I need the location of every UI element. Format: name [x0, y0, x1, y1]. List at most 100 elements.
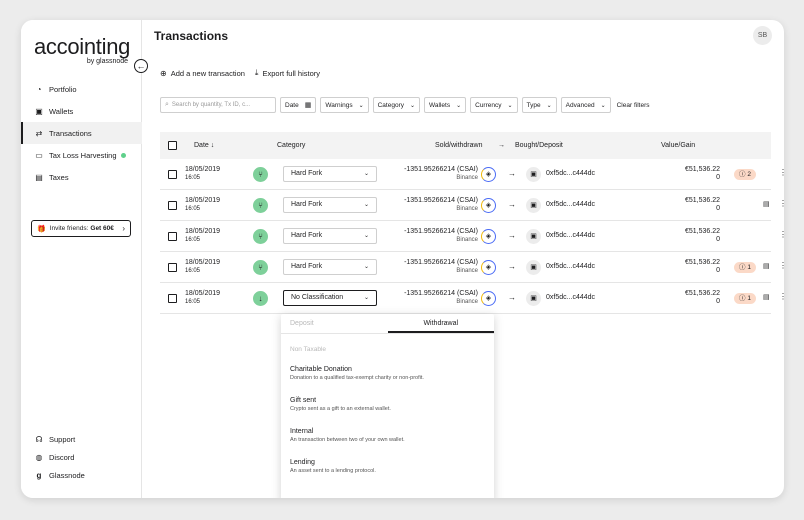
filter-wallets[interactable]: Wallets ⌄: [424, 97, 467, 113]
table-row[interactable]: 18/05/2019 16:05 ⑂ Hard Fork ⌄ -1351.95266…: [160, 221, 784, 252]
table-row[interactable]: 18/05/2019 16:05 ⑂ Hard Fork ⌄ -1351.95266…: [160, 252, 784, 283]
option-gift-sent[interactable]: Gift sent Crypto sent as a gift to an ex…: [290, 397, 391, 412]
category-select[interactable]: Hard Fork ⌄: [283, 259, 377, 275]
category-select[interactable]: Hard Fork ⌄: [283, 197, 377, 213]
sidebar-item-portfolio[interactable]: ◔ Portfolio: [21, 78, 142, 100]
arrow-right-icon: →: [508, 262, 516, 271]
category-select[interactable]: Hard Fork ⌄: [283, 228, 377, 244]
warning-icon: ⓘ: [739, 171, 746, 178]
search-input[interactable]: ⌕ Search by quantity, Tx ID, c...: [160, 97, 276, 113]
header-date[interactable]: Date ↓: [194, 142, 214, 149]
row-checkbox[interactable]: [168, 201, 177, 210]
option-internal[interactable]: Internal An transaction between two of y…: [290, 428, 405, 443]
table-row[interactable]: 18/05/2019 16:05 ↓ No Classification ⌄ -13…: [160, 283, 784, 314]
table-header: Date ↓ Category Sold/withdrawn → Bought/…: [160, 132, 771, 159]
row-checkbox[interactable]: [168, 263, 177, 272]
fork-icon: ⑂: [253, 198, 268, 213]
exchange-text: Binance: [456, 237, 478, 243]
more-options-icon[interactable]: ⋮: [779, 292, 784, 301]
tab-deposit[interactable]: Deposit: [281, 314, 388, 333]
gain-text: 0: [716, 236, 720, 243]
chevron-down-icon: ⌄: [363, 264, 369, 270]
warning-badge[interactable]: ⓘ 1: [734, 293, 756, 304]
arrow-down-icon: ↓: [253, 291, 268, 306]
avatar[interactable]: SB: [753, 26, 772, 45]
warning-badge[interactable]: ⓘ 2: [734, 169, 756, 180]
sidebar-item-label: Discord: [49, 452, 75, 462]
table-row[interactable]: 18/05/2019 16:05 ⑂ Hard Fork ⌄ -1351.95266…: [160, 190, 784, 221]
status-dot: [120, 152, 126, 158]
sold-amount: -1351.95266214 (CSAI) Binance: [380, 197, 478, 213]
filter-category[interactable]: Category ⌄: [372, 97, 421, 113]
headset-icon: ☊: [35, 434, 43, 444]
invite-label: Invite friends:: [49, 225, 89, 232]
more-options-icon[interactable]: ⋮: [779, 230, 784, 239]
row-date: 18/05/2019 16:05: [185, 259, 220, 275]
wallet-icon: ▣: [35, 106, 43, 116]
more-options-icon[interactable]: ⋮: [779, 168, 784, 177]
sidebar-item-glassnode[interactable]: g Glassnode: [21, 466, 142, 484]
sidebar-item-transactions[interactable]: ⇄ Transactions: [21, 122, 142, 144]
category-select[interactable]: No Classification ⌄: [283, 290, 377, 306]
row-checkbox[interactable]: [168, 294, 177, 303]
filter-type[interactable]: Type ⌄: [521, 97, 557, 113]
more-options-icon[interactable]: ⋮: [779, 261, 784, 270]
filter-date[interactable]: Date ▦: [280, 97, 317, 113]
clear-filters-button[interactable]: Clear filters: [617, 102, 650, 109]
chevron-down-icon: ⌄: [358, 102, 364, 109]
export-history-button[interactable]: ⤓ Export full history: [255, 68, 320, 78]
sidebar-item-support[interactable]: ☊ Support: [21, 430, 142, 448]
search-placeholder: Search by quantity, Tx ID, c...: [171, 102, 251, 108]
comment-icon[interactable]: ▤: [763, 200, 770, 208]
sidebar-item-discord[interactable]: ◍ Discord: [21, 448, 142, 466]
table-row[interactable]: 18/05/2019 16:05 ⑂ Hard Fork ⌄ -1351.95266…: [160, 159, 784, 190]
sold-text: -1351.95266214 (CSAI): [404, 290, 478, 297]
category-select[interactable]: Hard Fork ⌄: [283, 166, 377, 182]
sidebar-item-taxes[interactable]: ▤ Taxes: [21, 166, 142, 188]
row-date: 18/05/2019 16:05: [185, 197, 220, 213]
time-text: 16:05: [185, 268, 201, 274]
sold-amount: -1351.95266214 (CSAI) Binance: [380, 166, 478, 182]
binance-coin-icon: ◈: [481, 229, 496, 244]
value-text: €51,536.22: [684, 197, 720, 204]
warning-icon: ⓘ: [739, 295, 746, 302]
filter-warnings-label: Warnings: [325, 101, 353, 109]
filter-wallets-label: Wallets: [429, 101, 451, 109]
filter-currency[interactable]: Currency ⌄: [470, 97, 518, 113]
collapse-sidebar-button[interactable]: ←: [134, 59, 148, 73]
warning-badge[interactable]: ⓘ 1: [734, 262, 756, 273]
value-gain: €51,536.22 0: [630, 228, 720, 244]
gift-icon: 🎁: [37, 225, 46, 233]
sidebar-item-wallets[interactable]: ▣ Wallets: [21, 100, 142, 122]
exchange-text: Binance: [456, 299, 478, 305]
option-charitable-donation[interactable]: Charitable Donation Donation to a qualif…: [290, 366, 424, 381]
sidebar-item-label: Glassnode: [49, 470, 85, 480]
download-icon: ⤓: [254, 68, 259, 77]
select-all-checkbox[interactable]: [168, 141, 177, 150]
value-text: €51,536.22: [684, 166, 720, 173]
more-options-icon[interactable]: ⋮: [779, 199, 784, 208]
chevron-down-icon: ⌄: [363, 233, 369, 239]
search-icon: ⌕: [165, 101, 169, 108]
comment-icon[interactable]: ▤: [763, 262, 770, 270]
sidebar-item-label: Wallets: [49, 106, 74, 116]
wallet-icon: ▣: [526, 229, 541, 244]
gain-text: 0: [716, 205, 720, 212]
row-checkbox[interactable]: [168, 170, 177, 179]
option-name: Lending: [290, 459, 315, 466]
comment-icon[interactable]: ▤: [763, 293, 770, 301]
option-lending[interactable]: Lending An asset sent to a lending proto…: [290, 459, 376, 474]
row-checkbox[interactable]: [168, 232, 177, 241]
tab-withdrawal[interactable]: Withdrawal: [387, 314, 494, 333]
category-value: Hard Fork: [291, 232, 323, 239]
filter-warnings[interactable]: Warnings ⌄: [320, 97, 369, 113]
arrow-right-icon: →: [508, 200, 516, 209]
invite-friends-button[interactable]: 🎁 Invite friends: Get 60€ ›: [31, 220, 131, 237]
sidebar-item-tax-loss-harvesting[interactable]: ▭ Tax Loss Harvesting: [21, 144, 142, 166]
date-text: 18/05/2019: [185, 228, 221, 235]
swap-icon: ⇄: [35, 128, 43, 138]
option-name: Internal: [290, 428, 314, 435]
filter-advanced[interactable]: Advanced ⌄: [560, 97, 611, 113]
add-transaction-button[interactable]: ⊕ Add a new transaction: [160, 68, 245, 78]
add-transaction-label: Add a new transaction: [170, 68, 245, 78]
